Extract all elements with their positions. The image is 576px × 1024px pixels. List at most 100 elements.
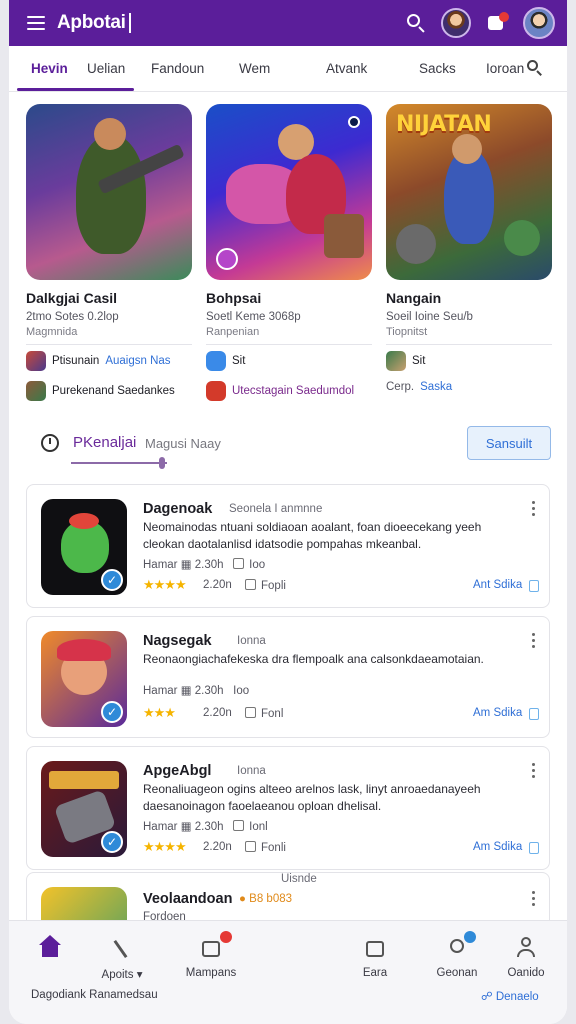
app-icon: ✓ <box>41 499 127 595</box>
more-options-icon[interactable] <box>532 891 536 909</box>
tabs-search-icon[interactable] <box>527 60 543 76</box>
active-tab-indicator <box>17 88 134 91</box>
person-icon <box>513 935 539 961</box>
app-option: Fonli <box>245 841 286 854</box>
divider <box>206 344 372 345</box>
app-meta: Ionna <box>237 765 266 777</box>
list-item[interactable]: ✓ Dagenoak Seonela I anmnne Neomainodas … <box>26 484 550 608</box>
featured-card[interactable]: Bohpsai Soetl Keme 3068p Ranpenian Sit U… <box>206 104 372 401</box>
tab-5[interactable]: Atvank <box>326 61 367 76</box>
people-icon <box>444 931 476 961</box>
app-stat: Hamar ▦ 2.30h Ionl <box>143 820 268 833</box>
nav-item-2[interactable]: Mampans <box>181 931 241 979</box>
app-title: ApgeAbgl <box>143 763 212 779</box>
featured-artwork <box>26 104 192 280</box>
featured-row[interactable]: Utecstagain Saedumdol <box>206 381 372 401</box>
app-stat: Hamar ▦ 2.30h Ioo <box>143 685 250 697</box>
featured-meta: Tiopnitst <box>386 326 428 338</box>
video-badge-icon <box>216 248 238 270</box>
featured-row-label: Sit <box>412 355 426 367</box>
category-tabs: Hevin Uelian Fandoun Wem Atvank Sacks Io… <box>9 46 567 92</box>
nav-label: Eara <box>362 967 388 979</box>
section-slider-track <box>71 462 167 464</box>
nav-home[interactable] <box>35 935 65 959</box>
rating-stars: ★★★ <box>143 705 176 720</box>
nav-item-apps[interactable]: Apoits ▾ <box>87 935 157 981</box>
app-description: Reonaliuageon ogins alteeo arelnos lask,… <box>143 782 481 813</box>
nav-item-3[interactable]: Eara <box>355 935 395 979</box>
game-logo-text: NIJATAN <box>396 112 492 137</box>
more-options-icon[interactable] <box>532 763 536 781</box>
rating-value: 2.20n <box>203 841 232 853</box>
bottom-navigation: Apoits ▾ Mampans Eara Geonan Oanido Dago… <box>9 920 567 1024</box>
tab-3[interactable]: Fandoun <box>151 61 204 76</box>
featured-row[interactable]: Cerp. Saska <box>386 381 552 393</box>
bookmark-icon[interactable] <box>529 842 539 854</box>
featured-card[interactable]: NIJATAN Nangain Soeil Ioine Seu/b Tiopni… <box>386 104 552 393</box>
text-caret <box>128 13 131 33</box>
bookmark-icon[interactable] <box>529 580 539 592</box>
divider <box>26 344 192 345</box>
footer-link[interactable]: ☍ Denaelo <box>481 989 539 1003</box>
nav-item-5[interactable]: Oanido <box>501 935 551 979</box>
featured-row[interactable]: Ptisunain Auaigsn Nas <box>26 351 192 371</box>
featured-row[interactable]: Sit <box>386 351 552 371</box>
app-description: Reonaongiachafekeska dra flempoalk ana c… <box>143 652 484 666</box>
app-icon: ✓ <box>41 761 127 857</box>
app-badge: ● B8 b083 <box>239 893 293 905</box>
verified-icon: ✓ <box>101 569 123 591</box>
tab-6[interactable]: Sacks <box>419 61 456 76</box>
nav-label: Mampans <box>185 967 237 979</box>
sparkle-icon <box>348 116 360 128</box>
app-link[interactable]: Am Sdika <box>473 841 522 853</box>
section-action-button[interactable]: Sansuilt <box>467 426 551 460</box>
profile-avatar[interactable] <box>523 7 555 39</box>
featured-meta: Ranpenian <box>206 326 260 338</box>
tab-home[interactable]: Hevin <box>31 61 68 76</box>
section-slider-handle[interactable] <box>159 457 165 469</box>
tab-2[interactable]: Uelian <box>87 61 125 76</box>
featured-row-link[interactable]: Utecstagain Saedumdol <box>232 385 354 397</box>
featured-row-label: Ptisunain <box>52 355 100 367</box>
notification-icon[interactable] <box>485 11 509 35</box>
top-actions <box>405 7 555 39</box>
app-icon: ✓ <box>41 631 127 727</box>
featured-row[interactable]: Sit <box>206 351 372 371</box>
avatar[interactable] <box>441 8 471 38</box>
list-item[interactable]: ✓ ApgeAbgl Ionna Reonaliuageon ogins alt… <box>26 746 550 870</box>
more-options-icon[interactable] <box>532 633 536 651</box>
menu-icon[interactable] <box>27 16 45 30</box>
featured-meta: Magmnida <box>26 326 78 338</box>
app-meta: Ionna <box>237 635 266 647</box>
rating-stars: ★★★★ <box>143 839 187 854</box>
footer-text: Dagodiank Ranamedsau <box>31 989 158 1001</box>
featured-row-link[interactable]: Saska <box>420 381 452 393</box>
bookmark-icon[interactable] <box>529 708 539 720</box>
section-header: PKenaljai Magusi Naay Sansuilt <box>9 426 567 469</box>
search-icon[interactable] <box>405 12 427 34</box>
verified-icon: ✓ <box>101 701 123 723</box>
divider <box>386 344 552 345</box>
rating-value: 2.20n <box>203 579 232 591</box>
app-thumb-icon <box>26 351 46 371</box>
app-link[interactable]: Am Sdika <box>473 707 522 719</box>
app-link[interactable]: Ant Sdika <box>473 579 522 591</box>
more-options-icon[interactable] <box>532 501 536 519</box>
featured-subtitle: Soetl Keme 3068p <box>206 311 301 323</box>
app-title: Veolaandoan <box>143 891 233 907</box>
nav-item-4[interactable]: Geonan <box>429 931 485 979</box>
app-meta-top: Uisnde <box>281 873 317 885</box>
box-icon <box>362 935 388 961</box>
nav-label: Oanido <box>507 967 545 979</box>
featured-artwork <box>206 104 372 280</box>
featured-card[interactable]: Dalkgjai Casil 2tmo Sotes 0.2lop Magmnid… <box>26 104 192 401</box>
list-item[interactable]: ✓ Nagsegak Ionna Reonaongiachafekeska dr… <box>26 616 550 738</box>
featured-row-link[interactable]: Auaigsn Nas <box>105 355 170 367</box>
featured-row[interactable]: Purekenand Saedankes <box>26 381 192 401</box>
app-title: Nagsegak <box>143 633 212 649</box>
hammer-icon <box>109 935 135 961</box>
app-stat: Hamar ▦ 2.30h Ioo <box>143 558 266 571</box>
featured-subtitle: Soeil Ioine Seu/b <box>386 311 473 323</box>
tab-4[interactable]: Wem <box>239 61 270 76</box>
tab-7[interactable]: Ioroan <box>486 61 524 76</box>
